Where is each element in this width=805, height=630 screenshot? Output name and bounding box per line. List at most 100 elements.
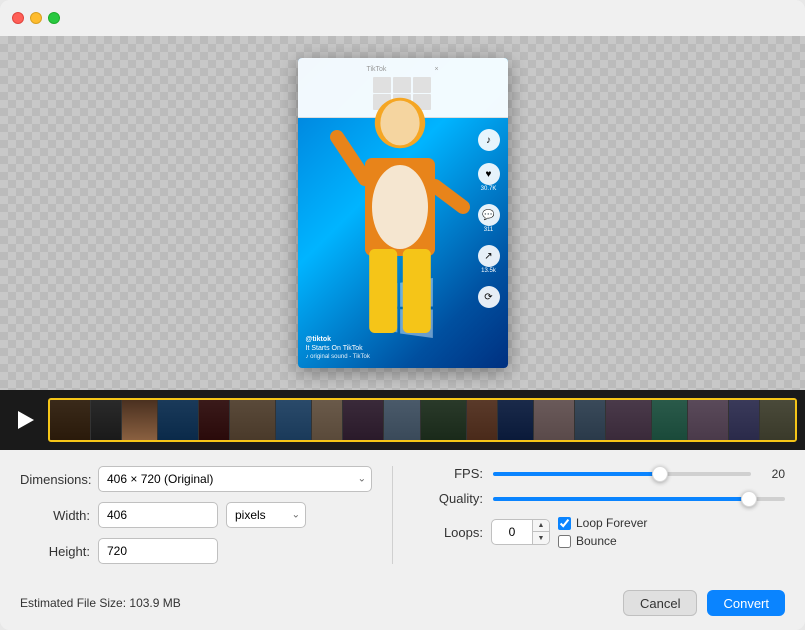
loops-input[interactable]: [492, 525, 532, 539]
film-strip[interactable]: [48, 398, 797, 442]
file-size-container: Estimated File Size: 103.9 MB: [20, 596, 181, 610]
left-panel: Dimensions: 406 × 720 (Original)203 × 36…: [20, 466, 372, 564]
film-frame: [312, 400, 343, 440]
film-frame: [534, 400, 575, 440]
preview-area: TikTok ×: [0, 36, 805, 390]
pixels-select-wrapper: pixels percent ⌄: [226, 502, 306, 528]
video-frame: TikTok ×: [298, 58, 508, 368]
pixels-select[interactable]: pixels percent: [226, 502, 306, 528]
film-frame: [498, 400, 534, 440]
minimize-button[interactable]: [30, 12, 42, 24]
tiktok-share-group: ↗ 13.5k: [478, 245, 500, 274]
tiktok-like-icon: ♥: [478, 163, 500, 185]
dimensions-select-wrapper: 406 × 720 (Original)203 × 360 (50%)304 ×…: [98, 466, 372, 492]
width-label: Width:: [20, 508, 90, 523]
loops-stepper: ▲ ▼: [491, 519, 550, 545]
tiktok-song-label: ♪ original sound - TikTok: [306, 354, 478, 360]
quality-slider[interactable]: [493, 497, 785, 501]
play-icon: [18, 411, 34, 429]
tiktok-bottom-text: @tiktok It Starts On TikTok ♪ original s…: [306, 336, 478, 360]
film-frame: [729, 400, 760, 440]
controls-area: Dimensions: 406 × 720 (Original)203 × 36…: [0, 450, 805, 580]
tiktok-like-count: 30.7K: [481, 186, 497, 192]
dancer-figure: [298, 113, 508, 328]
dimensions-select[interactable]: 406 × 720 (Original)203 × 360 (50%)304 ×…: [98, 466, 372, 492]
tiktok-username: @tiktok: [306, 336, 478, 343]
tiktok-tab-label: TikTok: [366, 66, 386, 73]
dimensions-row: Dimensions: 406 × 720 (Original)203 × 36…: [20, 466, 372, 492]
tiktok-comment-group: 💬 311: [478, 204, 500, 233]
bounce-checkbox[interactable]: [558, 535, 571, 548]
film-frame: [575, 400, 606, 440]
film-frame: [230, 400, 276, 440]
fps-value: 20: [761, 467, 785, 481]
film-frame: [421, 400, 467, 440]
cancel-button[interactable]: Cancel: [623, 590, 697, 616]
quality-label: Quality:: [433, 491, 483, 506]
fps-label: FPS:: [433, 466, 483, 481]
loops-decrement-button[interactable]: ▼: [533, 532, 549, 545]
dancer-svg: [320, 81, 480, 361]
tiktok-tabs: TikTok ×: [366, 66, 438, 73]
tiktok-close-icon: ×: [434, 66, 438, 73]
tiktok-video-title: It Starts On TikTok: [306, 345, 478, 352]
convert-button[interactable]: Convert: [707, 590, 785, 616]
film-frame: [91, 400, 122, 440]
dimensions-label: Dimensions:: [20, 472, 90, 487]
tiktok-like-group: ♥ 30.7K: [478, 163, 500, 192]
width-row: Width: pixels percent ⌄: [20, 502, 372, 528]
film-frame: [50, 400, 91, 440]
tiktok-icon-group: ♪: [478, 129, 500, 151]
traffic-lights: [12, 12, 60, 24]
tiktok-share-icon: ↗: [478, 245, 500, 267]
film-frame: [343, 400, 384, 440]
film-frame: [760, 400, 795, 440]
tiktok-logo-icon: ♪: [478, 129, 500, 151]
loops-row: Loops: ▲ ▼ Loop Forever: [433, 516, 785, 548]
close-button[interactable]: [12, 12, 24, 24]
controls-row: Dimensions: 406 × 720 (Original)203 × 36…: [20, 466, 785, 564]
play-button[interactable]: [8, 404, 40, 436]
timeline-bar: [0, 390, 805, 450]
film-frame: [606, 400, 652, 440]
loops-label: Loops:: [433, 525, 483, 540]
file-size-label: Estimated File Size:: [20, 596, 126, 610]
height-label: Height:: [20, 544, 90, 559]
film-frame: [384, 400, 420, 440]
bottom-buttons: Cancel Convert: [623, 590, 785, 616]
title-bar: [0, 0, 805, 36]
bounce-text: Bounce: [576, 534, 617, 548]
panel-separator: [392, 466, 393, 564]
tiktok-extra-group: ⟳: [478, 286, 500, 308]
right-panel: FPS: 20 Quality: Loops: ▲ ▼: [413, 466, 785, 564]
loop-forever-label[interactable]: Loop Forever: [558, 516, 647, 530]
film-frame: [652, 400, 688, 440]
tiktok-extra-icon: ⟳: [478, 286, 500, 308]
main-window: TikTok ×: [0, 0, 805, 630]
loops-options: Loop Forever Bounce: [558, 516, 647, 548]
loops-stepper-buttons: ▲ ▼: [532, 519, 549, 545]
bottom-bar: Estimated File Size: 103.9 MB Cancel Con…: [0, 580, 805, 630]
film-frame: [276, 400, 312, 440]
film-frame: [467, 400, 498, 440]
film-frame: [688, 400, 729, 440]
tiktok-sidebar: ♪ ♥ 30.7K 💬 311 ↗ 13.5k ⟳: [478, 129, 500, 308]
tiktok-comment-count: 311: [484, 227, 494, 233]
height-input[interactable]: [98, 538, 218, 564]
fps-slider[interactable]: [493, 472, 751, 476]
tiktok-comment-icon: 💬: [478, 204, 500, 226]
maximize-button[interactable]: [48, 12, 60, 24]
quality-row: Quality:: [433, 491, 785, 506]
width-input[interactable]: [98, 502, 218, 528]
tiktok-share-count: 13.5k: [481, 268, 496, 274]
file-size-value: 103.9 MB: [129, 596, 180, 610]
loop-forever-checkbox[interactable]: [558, 517, 571, 530]
fps-row: FPS: 20: [433, 466, 785, 481]
film-frame: [158, 400, 199, 440]
bounce-label[interactable]: Bounce: [558, 534, 647, 548]
film-frame: [199, 400, 230, 440]
loops-increment-button[interactable]: ▲: [533, 519, 549, 532]
film-strip-frames: [50, 400, 795, 440]
loop-forever-text: Loop Forever: [576, 516, 647, 530]
film-frame: [122, 400, 158, 440]
